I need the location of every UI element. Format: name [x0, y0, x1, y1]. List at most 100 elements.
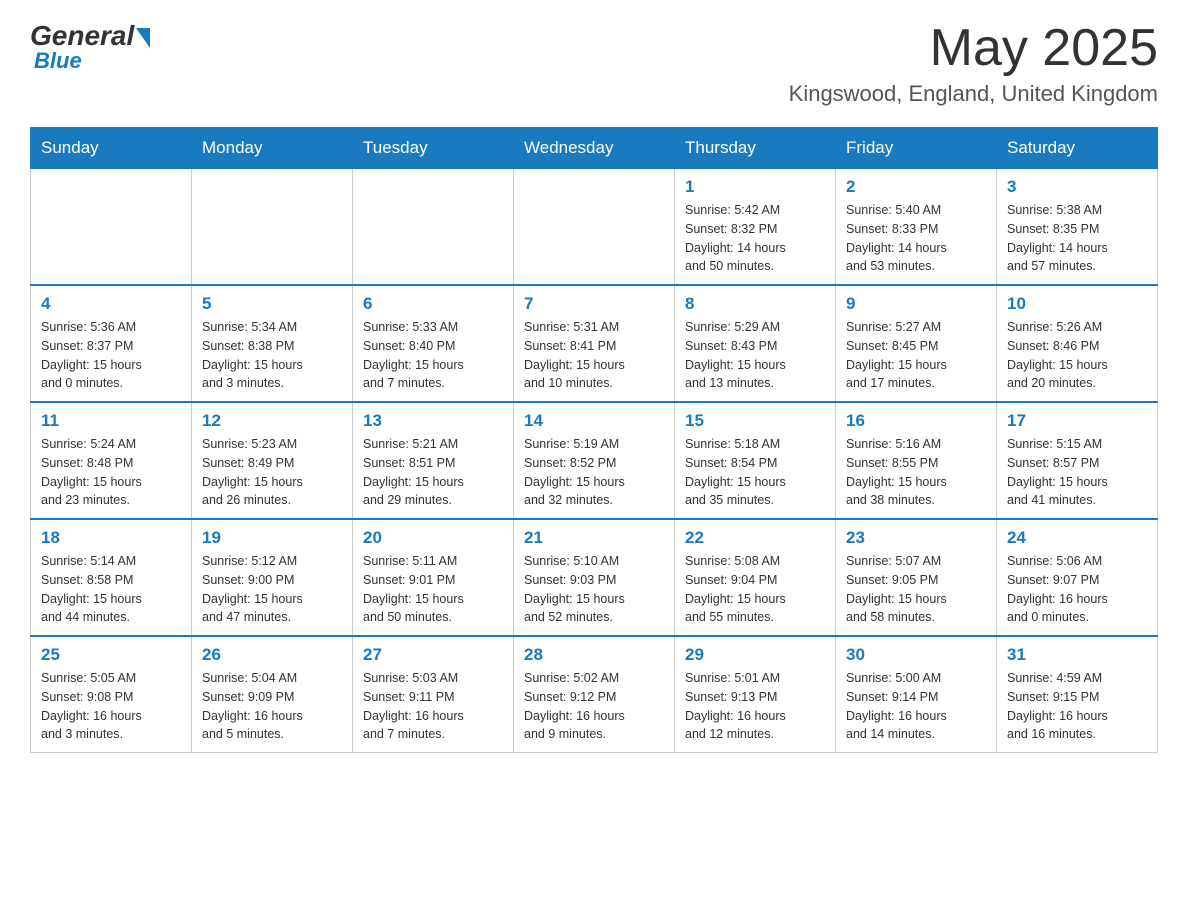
calendar-cell: 27Sunrise: 5:03 AMSunset: 9:11 PMDayligh…	[353, 636, 514, 753]
day-info: Sunrise: 5:21 AMSunset: 8:51 PMDaylight:…	[363, 435, 503, 510]
day-number: 19	[202, 528, 342, 548]
day-info: Sunrise: 5:23 AMSunset: 8:49 PMDaylight:…	[202, 435, 342, 510]
calendar-cell: 31 Sunrise: 4:59 AMSunset: 9:15 PMDayligh…	[997, 636, 1158, 753]
calendar-cell: 25 Sunrise: 5:05 AMSunset: 9:08 PMDayligh…	[31, 636, 192, 753]
weekday-header-wednesday: Wednesday	[514, 128, 675, 169]
day-info: Sunrise: 5:05 AMSunset: 9:08 PMDaylight:…	[41, 669, 181, 744]
day-number: 27	[363, 645, 503, 665]
calendar-cell	[192, 169, 353, 286]
day-number: 5	[202, 294, 342, 314]
calendar-cell	[31, 169, 192, 286]
day-info: Sunrise: 5:11 AMSunset: 9:01 PMDaylight:…	[363, 552, 503, 627]
day-number: 18	[41, 528, 181, 548]
day-number: 6	[363, 294, 503, 314]
day-info: Sunrise: 5:36 AMSunset: 8:37 PMDaylight:…	[41, 318, 181, 393]
day-number: 29	[685, 645, 825, 665]
day-info: Sunrise: 5:08 AMSunset: 9:04 PMDaylight:…	[685, 552, 825, 627]
day-info: Sunrise: 5:24 AMSunset: 8:48 PMDaylight:…	[41, 435, 181, 510]
calendar-cell: 11 Sunrise: 5:24 AMSunset: 8:48 PMDayligh…	[31, 402, 192, 519]
day-info: Sunrise: 5:33 AMSunset: 8:40 PMDaylight:…	[363, 318, 503, 393]
day-info: Sunrise: 5:14 AMSunset: 8:58 PMDaylight:…	[41, 552, 181, 627]
day-number: 26	[202, 645, 342, 665]
weekday-header-monday: Monday	[192, 128, 353, 169]
calendar-cell: 28 Sunrise: 5:02 AMSunset: 9:12 PMDayligh…	[514, 636, 675, 753]
weekday-header-row: SundayMondayTuesdayWednesdayThursdayFrid…	[31, 128, 1158, 169]
day-info: Sunrise: 5:00 AMSunset: 9:14 PMDaylight:…	[846, 669, 986, 744]
day-number: 15	[685, 411, 825, 431]
day-number: 2	[846, 177, 986, 197]
day-number: 16	[846, 411, 986, 431]
day-number: 25	[41, 645, 181, 665]
logo-triangle-icon	[136, 28, 150, 48]
day-number: 1	[685, 177, 825, 197]
calendar-week-row: 18 Sunrise: 5:14 AMSunset: 8:58 PMDayligh…	[31, 519, 1158, 636]
calendar-cell: 19Sunrise: 5:12 AMSunset: 9:00 PMDayligh…	[192, 519, 353, 636]
day-info: Sunrise: 5:40 AMSunset: 8:33 PMDaylight:…	[846, 201, 986, 276]
calendar-cell: 23 Sunrise: 5:07 AMSunset: 9:05 PMDayligh…	[836, 519, 997, 636]
day-info: Sunrise: 5:27 AMSunset: 8:45 PMDaylight:…	[846, 318, 986, 393]
calendar-cell: 2 Sunrise: 5:40 AMSunset: 8:33 PMDaylight…	[836, 169, 997, 286]
title-section: May 2025 Kingswood, England, United King…	[789, 20, 1158, 107]
day-info: Sunrise: 4:59 AMSunset: 9:15 PMDaylight:…	[1007, 669, 1147, 744]
day-number: 28	[524, 645, 664, 665]
day-info: Sunrise: 5:26 AMSunset: 8:46 PMDaylight:…	[1007, 318, 1147, 393]
weekday-header-sunday: Sunday	[31, 128, 192, 169]
calendar-cell: 12Sunrise: 5:23 AMSunset: 8:49 PMDayligh…	[192, 402, 353, 519]
calendar-cell: 14Sunrise: 5:19 AMSunset: 8:52 PMDayligh…	[514, 402, 675, 519]
calendar-cell: 8 Sunrise: 5:29 AMSunset: 8:43 PMDaylight…	[675, 285, 836, 402]
calendar-cell: 1 Sunrise: 5:42 AMSunset: 8:32 PMDaylight…	[675, 169, 836, 286]
day-number: 11	[41, 411, 181, 431]
day-number: 10	[1007, 294, 1147, 314]
day-number: 3	[1007, 177, 1147, 197]
calendar-cell: 4Sunrise: 5:36 AMSunset: 8:37 PMDaylight…	[31, 285, 192, 402]
calendar-week-row: 1 Sunrise: 5:42 AMSunset: 8:32 PMDaylight…	[31, 169, 1158, 286]
day-info: Sunrise: 5:16 AMSunset: 8:55 PMDaylight:…	[846, 435, 986, 510]
logo-blue-text: Blue	[34, 48, 82, 74]
calendar-cell: 29 Sunrise: 5:01 AMSunset: 9:13 PMDayligh…	[675, 636, 836, 753]
day-info: Sunrise: 5:19 AMSunset: 8:52 PMDaylight:…	[524, 435, 664, 510]
day-number: 31	[1007, 645, 1147, 665]
day-info: Sunrise: 5:31 AMSunset: 8:41 PMDaylight:…	[524, 318, 664, 393]
calendar-cell: 3 Sunrise: 5:38 AMSunset: 8:35 PMDaylight…	[997, 169, 1158, 286]
calendar-cell: 15 Sunrise: 5:18 AMSunset: 8:54 PMDayligh…	[675, 402, 836, 519]
day-info: Sunrise: 5:42 AMSunset: 8:32 PMDaylight:…	[685, 201, 825, 276]
day-number: 8	[685, 294, 825, 314]
day-info: Sunrise: 5:01 AMSunset: 9:13 PMDaylight:…	[685, 669, 825, 744]
calendar-cell: 5Sunrise: 5:34 AMSunset: 8:38 PMDaylight…	[192, 285, 353, 402]
calendar-cell: 7Sunrise: 5:31 AMSunset: 8:41 PMDaylight…	[514, 285, 675, 402]
day-info: Sunrise: 5:04 AMSunset: 9:09 PMDaylight:…	[202, 669, 342, 744]
month-title: May 2025	[789, 20, 1158, 77]
calendar-cell: 13 Sunrise: 5:21 AMSunset: 8:51 PMDayligh…	[353, 402, 514, 519]
weekday-header-tuesday: Tuesday	[353, 128, 514, 169]
calendar-cell: 26 Sunrise: 5:04 AMSunset: 9:09 PMDayligh…	[192, 636, 353, 753]
day-info: Sunrise: 5:15 AMSunset: 8:57 PMDaylight:…	[1007, 435, 1147, 510]
calendar-week-row: 25 Sunrise: 5:05 AMSunset: 9:08 PMDayligh…	[31, 636, 1158, 753]
calendar-cell: 22Sunrise: 5:08 AMSunset: 9:04 PMDayligh…	[675, 519, 836, 636]
calendar-cell: 16 Sunrise: 5:16 AMSunset: 8:55 PMDayligh…	[836, 402, 997, 519]
calendar-cell: 30 Sunrise: 5:00 AMSunset: 9:14 PMDayligh…	[836, 636, 997, 753]
day-info: Sunrise: 5:38 AMSunset: 8:35 PMDaylight:…	[1007, 201, 1147, 276]
day-info: Sunrise: 5:29 AMSunset: 8:43 PMDaylight:…	[685, 318, 825, 393]
day-number: 30	[846, 645, 986, 665]
day-number: 13	[363, 411, 503, 431]
day-info: Sunrise: 5:10 AMSunset: 9:03 PMDaylight:…	[524, 552, 664, 627]
calendar-cell: 20Sunrise: 5:11 AMSunset: 9:01 PMDayligh…	[353, 519, 514, 636]
calendar-week-row: 11 Sunrise: 5:24 AMSunset: 8:48 PMDayligh…	[31, 402, 1158, 519]
day-number: 17	[1007, 411, 1147, 431]
weekday-header-friday: Friday	[836, 128, 997, 169]
weekday-header-thursday: Thursday	[675, 128, 836, 169]
day-number: 21	[524, 528, 664, 548]
day-info: Sunrise: 5:07 AMSunset: 9:05 PMDaylight:…	[846, 552, 986, 627]
day-info: Sunrise: 5:06 AMSunset: 9:07 PMDaylight:…	[1007, 552, 1147, 627]
calendar-week-row: 4Sunrise: 5:36 AMSunset: 8:37 PMDaylight…	[31, 285, 1158, 402]
day-info: Sunrise: 5:18 AMSunset: 8:54 PMDaylight:…	[685, 435, 825, 510]
page-header: General Blue May 2025 Kingswood, England…	[30, 20, 1158, 107]
calendar-cell: 9Sunrise: 5:27 AMSunset: 8:45 PMDaylight…	[836, 285, 997, 402]
calendar-table: SundayMondayTuesdayWednesdayThursdayFrid…	[30, 127, 1158, 753]
day-info: Sunrise: 5:02 AMSunset: 9:12 PMDaylight:…	[524, 669, 664, 744]
calendar-cell: 6 Sunrise: 5:33 AMSunset: 8:40 PMDaylight…	[353, 285, 514, 402]
calendar-cell: 10 Sunrise: 5:26 AMSunset: 8:46 PMDayligh…	[997, 285, 1158, 402]
calendar-cell: 24Sunrise: 5:06 AMSunset: 9:07 PMDayligh…	[997, 519, 1158, 636]
calendar-cell	[353, 169, 514, 286]
day-number: 23	[846, 528, 986, 548]
